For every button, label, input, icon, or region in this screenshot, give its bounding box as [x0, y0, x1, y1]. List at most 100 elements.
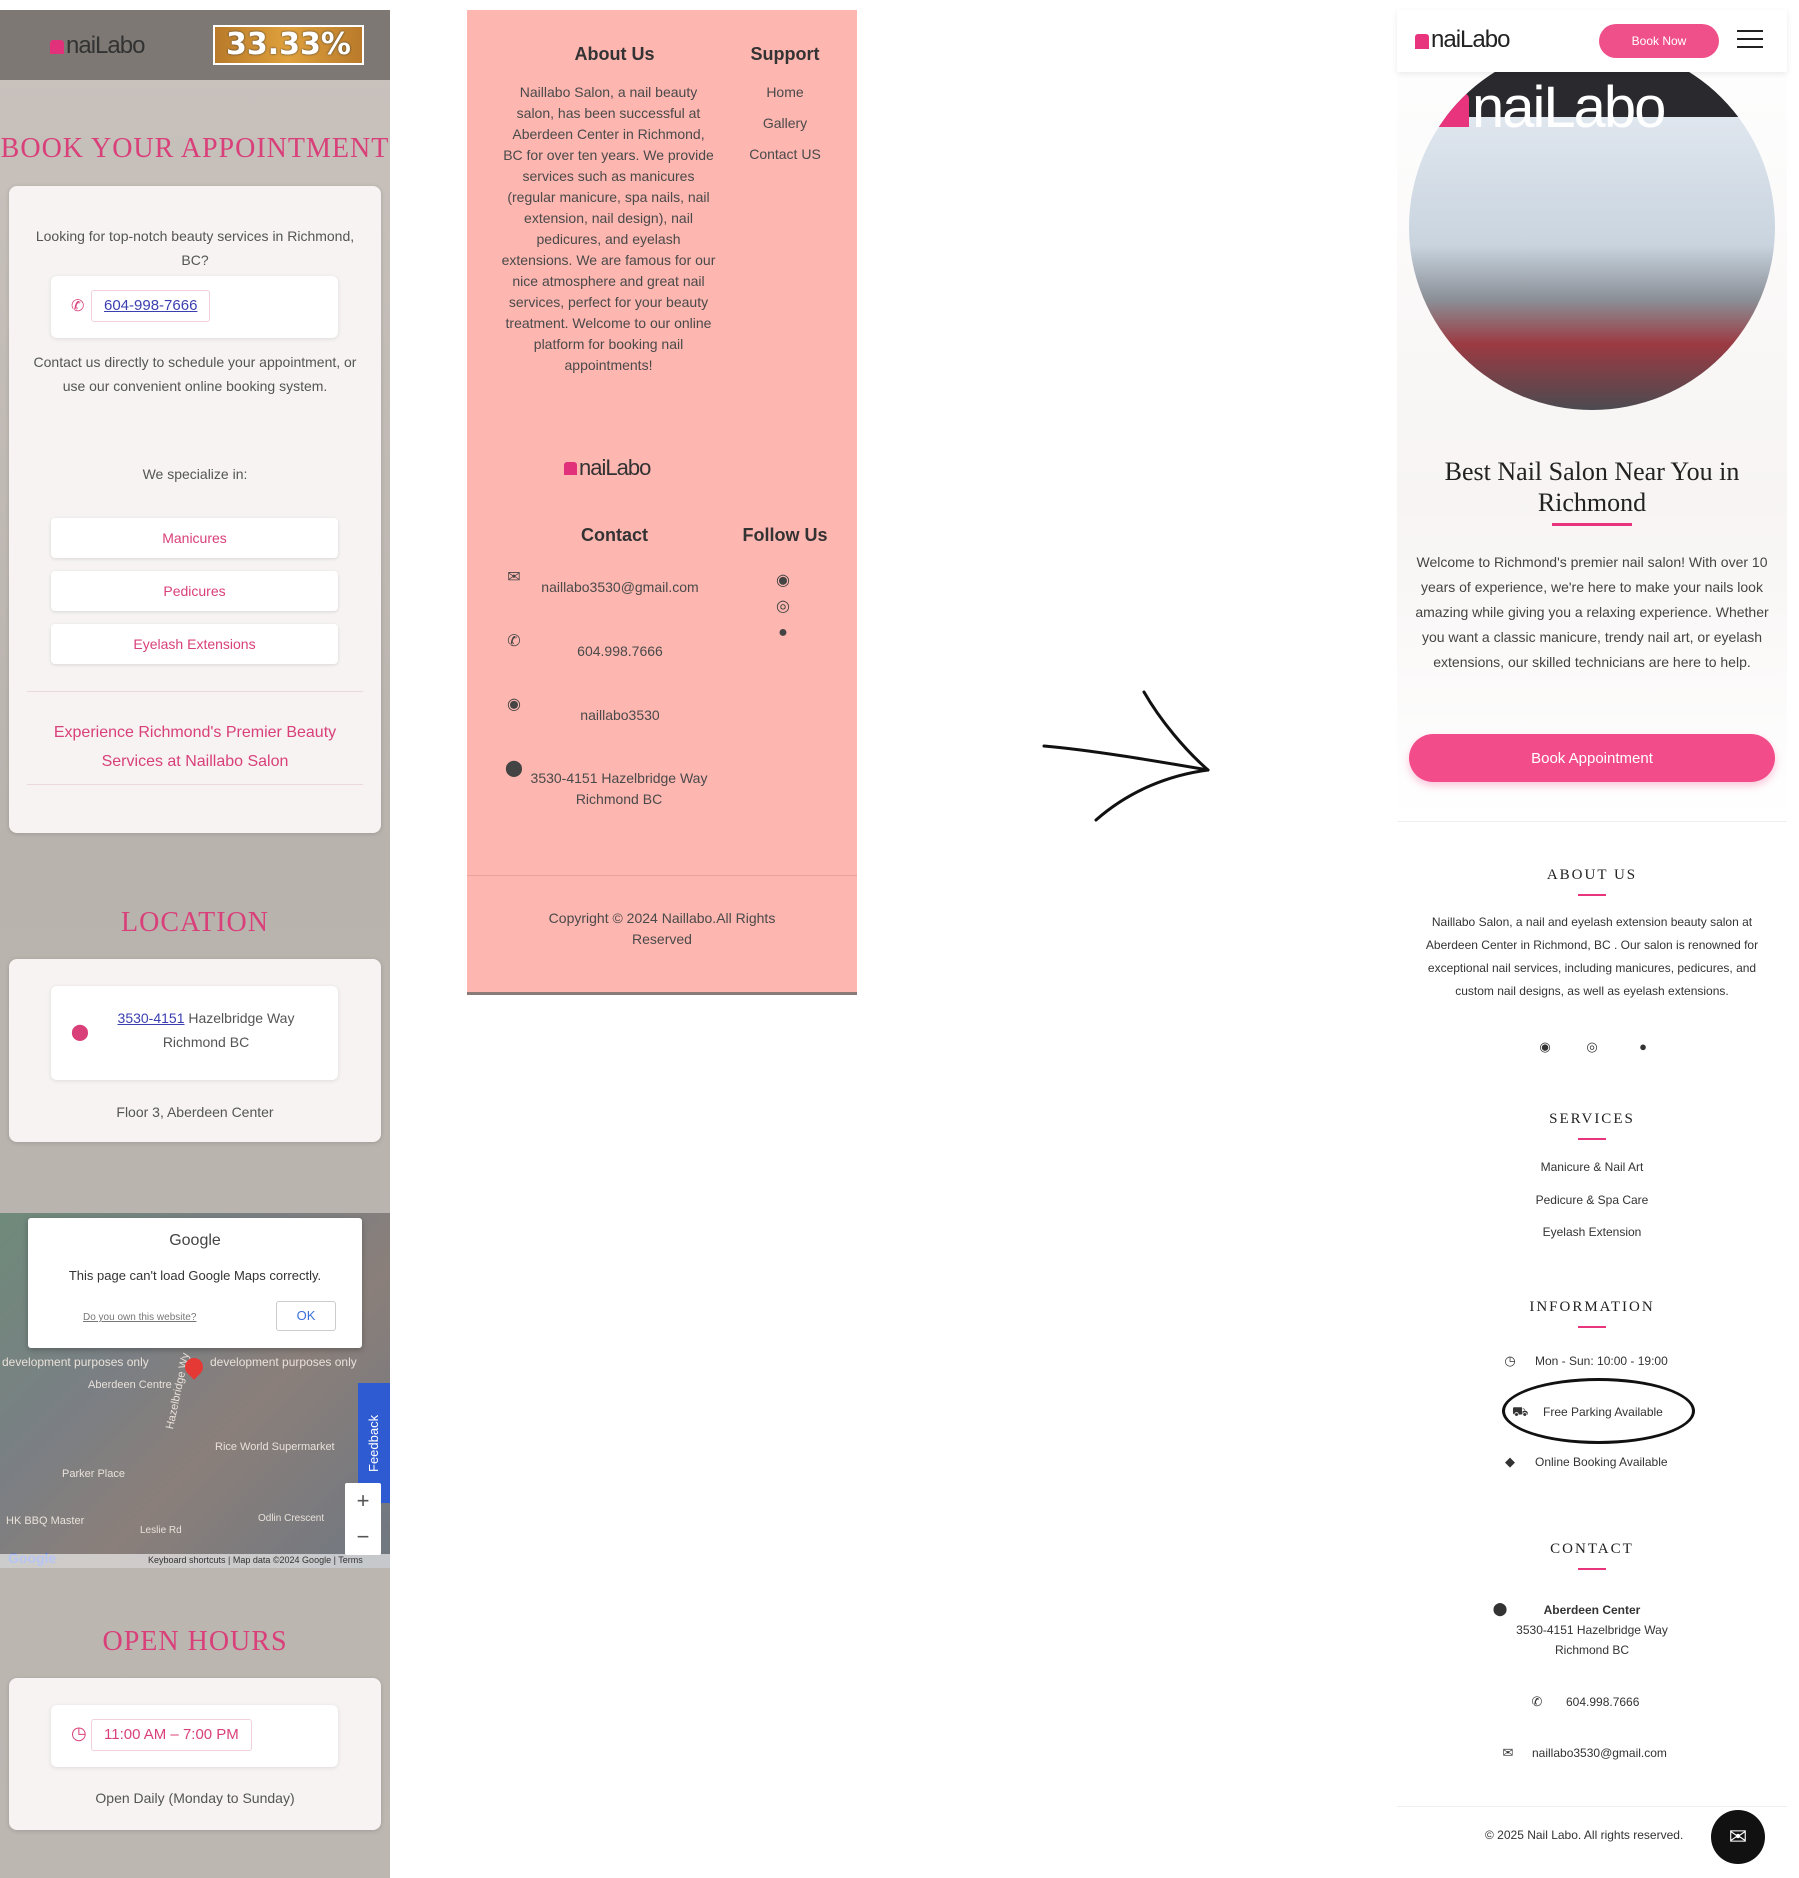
follow-title: Follow Us	[742, 525, 828, 545]
section-underline	[1578, 894, 1606, 896]
logo-text: naiLabo	[66, 32, 145, 59]
top-nav: naiLabo Book Now	[1397, 10, 1787, 72]
old-footer: About Us Naillabo Salon, a nail beauty s…	[467, 10, 857, 995]
salon-sign-text: naiLabo	[1472, 75, 1666, 140]
book-now-button[interactable]: Book Now	[1599, 24, 1719, 58]
contact-phone[interactable]: 604.998.7666	[525, 641, 715, 662]
contact-wechat: naillabo3530	[580, 707, 660, 723]
hours-box: ◷ 11:00 AM – 7:00 PM	[51, 1705, 338, 1767]
map-label: Aberdeen Centre	[88, 1379, 172, 1391]
chat-icon[interactable]: ✉	[1711, 1810, 1765, 1864]
logo-mark-icon	[1439, 93, 1469, 127]
instagram-icon[interactable]: ◎	[774, 598, 792, 616]
envelope-icon: ✉	[507, 569, 521, 586]
address-link[interactable]: 3530-4151	[118, 1010, 185, 1026]
support-home[interactable]: Home	[725, 82, 845, 103]
hours-text: Mon - Sun: 10:00 - 19:00	[1535, 1354, 1668, 1368]
facebook-icon[interactable]: ●	[774, 624, 792, 642]
map-label: Leslie Rd	[140, 1525, 182, 1536]
logo[interactable]: naiLabo	[1415, 26, 1510, 54]
zoom-in-button[interactable]: +	[345, 1483, 381, 1519]
contact-title: CONTACT	[1550, 1541, 1634, 1557]
hours-note: Open Daily (Monday to Sunday)	[95, 1790, 295, 1806]
hours-title: OPEN HOURS	[102, 1626, 288, 1657]
logo-mark-icon	[50, 40, 64, 54]
copyright: © 2025 Nail Labo. All rights reserved.	[1485, 1828, 1684, 1842]
copyright: Copyright © 2024 Naillabo.All Rights Res…	[548, 910, 776, 947]
hours-value: 11:00 AM – 7:00 PM	[91, 1719, 252, 1751]
experience-text: Experience Richmond's Premier Beauty Ser…	[53, 724, 337, 770]
zoom-out-button[interactable]: −	[345, 1519, 381, 1555]
booking-text: Online Booking Available	[1535, 1455, 1668, 1469]
about-text: Naillabo Salon, a nail beauty salon, has…	[501, 84, 716, 373]
hamburger-menu-icon[interactable]	[1737, 30, 1763, 50]
hero-title: Best Nail Salon Near You in Richmond	[1444, 457, 1740, 517]
service-item[interactable]: Eyelash Extension	[1397, 1225, 1787, 1239]
service-pedicures[interactable]: Pedicures	[51, 571, 338, 611]
facebook-icon[interactable]: ●	[1635, 1039, 1651, 1054]
book-appointment-button[interactable]: Book Appointment	[1409, 734, 1775, 782]
support-contact[interactable]: Contact US	[725, 144, 845, 165]
location-pin-icon: ⬤	[71, 1024, 89, 1041]
contact-title: Contact	[581, 525, 648, 545]
map-error-dialog: Google This page can't load Google Maps …	[28, 1218, 362, 1348]
phone-box: ✆ 604-998-7666	[51, 276, 338, 338]
info-title: INFORMATION	[1529, 1299, 1655, 1315]
address-text: 3530-4151 Hazelbridge Way Richmond BC	[101, 1006, 311, 1054]
wechat-icon[interactable]: ◉	[774, 572, 792, 590]
specialize-label: We specialize in:	[142, 466, 248, 482]
contact-city: Richmond BC	[1554, 1643, 1630, 1657]
service-eyelash[interactable]: Eyelash Extensions	[51, 624, 338, 664]
hero-section: naiLabo Best Nail Salon Near You in Rich…	[1397, 10, 1787, 822]
tag-icon: ◆	[1505, 1454, 1515, 1469]
contact-email[interactable]: naillabo3530@gmail.com	[1532, 1746, 1667, 1760]
service-manicures[interactable]: Manicures	[51, 518, 338, 558]
location-pin-icon: ⬤	[505, 760, 523, 777]
envelope-icon: ✉	[1502, 1745, 1514, 1760]
old-mobile-page: naiLabo 33.33% BOOK YOUR APPOINTMENT Loo…	[0, 10, 390, 1878]
about-title: ABOUT US	[1546, 867, 1638, 883]
phone-link[interactable]: 604-998-7666	[91, 290, 211, 322]
divider	[27, 784, 363, 785]
clock-icon: ◷	[1504, 1353, 1516, 1368]
support-gallery[interactable]: Gallery	[725, 113, 845, 134]
logo[interactable]: naiLabo	[50, 32, 145, 60]
dev-watermark: development purposes only	[2, 1355, 149, 1369]
divider	[27, 691, 363, 692]
salon-photo: naiLabo	[1409, 44, 1775, 410]
wechat-icon: ◉	[507, 696, 521, 713]
map-footer-text[interactable]: Keyboard shortcuts | Map data ©2024 Goog…	[148, 1555, 363, 1565]
wechat-icon[interactable]: ◉	[1537, 1039, 1553, 1055]
map-label: Parker Place	[62, 1468, 125, 1480]
location-card: ⬤ 3530-4151 Hazelbridge Way Richmond BC …	[9, 959, 381, 1142]
map-label: HK BBQ Master	[6, 1515, 85, 1527]
location-title: LOCATION	[121, 907, 269, 938]
service-item[interactable]: Manicure & Nail Art	[1397, 1160, 1787, 1174]
new-mobile-page: naiLabo Best Nail Salon Near You in Rich…	[1397, 10, 1787, 1878]
service-item[interactable]: Pedicure & Spa Care	[1397, 1193, 1787, 1207]
own-website-link[interactable]: Do you own this website?	[83, 1312, 196, 1323]
phone-icon: ✆	[71, 298, 85, 315]
contact-phone[interactable]: 604.998.7666	[1566, 1695, 1639, 1709]
highlight-circle-annotation	[1502, 1378, 1695, 1444]
book-title: BOOK YOUR APPOINTMENT	[0, 133, 390, 164]
hero-text: Welcome to Richmond's premier nail salon…	[1415, 554, 1769, 670]
footer-logo[interactable]: naiLabo	[564, 455, 651, 481]
logo-text: naiLabo	[1431, 26, 1510, 53]
instagram-icon[interactable]: ◎	[1584, 1039, 1600, 1055]
dev-watermark: development purposes only	[210, 1355, 357, 1369]
logo-mark-icon	[564, 462, 577, 475]
contact-center: Aberdeen Center	[1543, 1603, 1641, 1617]
support-title: Support	[750, 44, 820, 64]
zoom-control: + −	[345, 1483, 381, 1555]
divider	[467, 875, 857, 876]
logo-text: naiLabo	[579, 455, 651, 480]
contact-email[interactable]: naillabo3530@gmail.com	[525, 577, 715, 598]
booking-card: Looking for top-notch beauty services in…	[9, 186, 381, 833]
services-title: SERVICES	[1549, 1111, 1635, 1127]
ok-button[interactable]: OK	[276, 1301, 336, 1331]
google-map[interactable]: Google This page can't load Google Maps …	[0, 1213, 390, 1568]
promo-banner[interactable]: 33.33%	[213, 25, 364, 65]
arrow-annotation	[1042, 690, 1210, 822]
header: naiLabo 33.33%	[0, 10, 390, 80]
